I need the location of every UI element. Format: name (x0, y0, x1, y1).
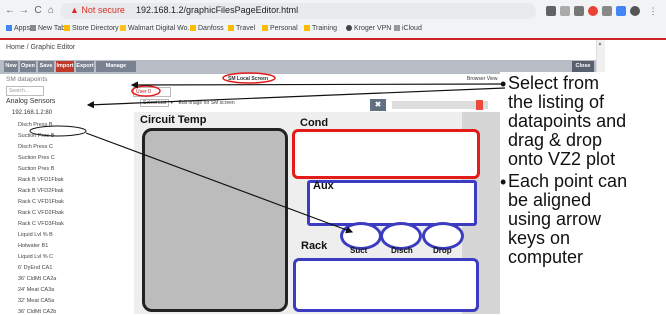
highlight-ellipse-suction (29, 125, 87, 137)
drag-arrow (85, 132, 354, 234)
callout-arrow-sensors (86, 87, 506, 109)
annotation-overlay (29, 72, 506, 234)
callout-arrow-datapoints (130, 81, 506, 89)
highlight-ellipse-tab (222, 72, 276, 84)
highlight-ellipse-user (131, 85, 161, 97)
